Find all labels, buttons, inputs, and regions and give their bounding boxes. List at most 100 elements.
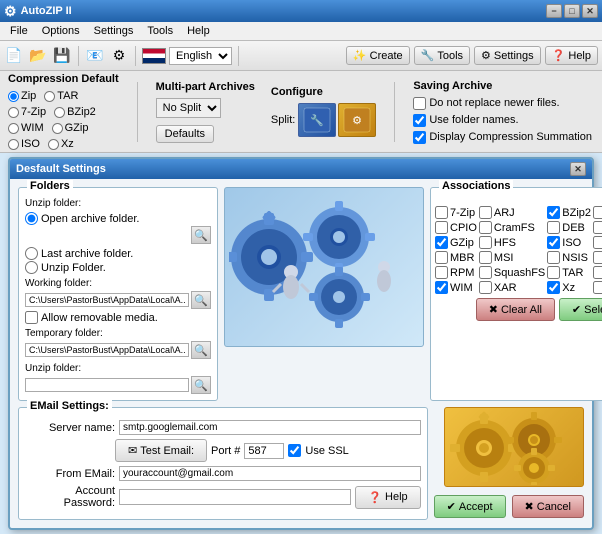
allow-removable-label: Allow removable media. xyxy=(41,312,158,324)
tools-icon: 🔧 xyxy=(421,49,435,62)
working-path-input[interactable] xyxy=(25,293,189,307)
assoc-checkbox-dmg[interactable] xyxy=(593,221,602,234)
assoc-item-xar: XAR xyxy=(479,281,545,294)
assoc-checkbox-cab[interactable] xyxy=(593,206,602,219)
browse-btn-1[interactable]: 🔍 xyxy=(191,226,211,244)
save-icon[interactable]: 💾 xyxy=(52,47,72,65)
select-all-button[interactable]: ✔ Select All xyxy=(559,298,602,321)
no-replace-checkbox[interactable] xyxy=(413,97,426,110)
browse-btn-4[interactable]: 🔍 xyxy=(191,376,211,394)
assoc-item-tar: TAR xyxy=(547,266,591,279)
language-select[interactable]: English xyxy=(169,47,232,65)
unzip-folder-radio[interactable] xyxy=(25,261,38,274)
comp-zip[interactable] xyxy=(8,91,19,102)
last-archive-radio[interactable] xyxy=(25,247,38,260)
menu-file[interactable]: File xyxy=(4,23,34,39)
assoc-item-squashfs: SquashFS xyxy=(479,266,545,279)
maximize-button[interactable]: □ xyxy=(564,4,580,18)
assoc-checkbox-rpm[interactable] xyxy=(435,266,448,279)
test-icon: ✉ xyxy=(128,444,137,457)
config-icon[interactable]: ⚙ xyxy=(109,47,129,65)
email-label: EMail Settings: xyxy=(27,400,112,412)
menu-options[interactable]: Options xyxy=(36,23,86,39)
saving-label: Saving Archive xyxy=(413,80,492,92)
modal-title-bar: Desfault Settings ✕ xyxy=(10,159,592,179)
assoc-checkbox-arj[interactable] xyxy=(479,206,492,219)
accept-button[interactable]: ✔ Accept xyxy=(434,495,506,518)
comp-7zip[interactable] xyxy=(8,107,19,118)
assoc-checkbox-gzip[interactable] xyxy=(435,236,448,249)
allow-removable-checkbox[interactable] xyxy=(25,311,38,324)
email-icon[interactable]: 📧 xyxy=(85,47,105,65)
menu-settings[interactable]: Settings xyxy=(88,23,140,39)
assoc-checkbox-deb[interactable] xyxy=(547,221,560,234)
server-name-input[interactable] xyxy=(119,420,421,435)
assoc-checkbox-7-zip[interactable] xyxy=(435,206,448,219)
main-area: Desfault Settings ✕ Folders Unzip folder… xyxy=(0,153,602,534)
browse-btn-2[interactable]: 🔍 xyxy=(191,291,211,309)
use-folder-checkbox[interactable] xyxy=(413,114,426,127)
folders-section: Folders Unzip folder: Open archive folde… xyxy=(18,187,218,401)
associations-section: Associations 7-ZipARJBZip2CABCHMCPIOCram… xyxy=(430,187,602,401)
toolbar: 📄 📂 💾 📧 ⚙ English ✨ Create 🔧 Tools ⚙ Set… xyxy=(0,41,602,71)
open-archive-radio[interactable] xyxy=(25,212,38,225)
tools-button[interactable]: 🔧 Tools xyxy=(414,46,470,65)
modal-close-button[interactable]: ✕ xyxy=(570,162,586,176)
menu-bar: File Options Settings Tools Help xyxy=(0,22,602,41)
assoc-checkbox-cramfs[interactable] xyxy=(479,221,492,234)
assoc-checkbox-bzip2[interactable] xyxy=(547,206,560,219)
assoc-checkbox-lzh[interactable] xyxy=(593,236,602,249)
ssl-checkbox[interactable] xyxy=(288,444,301,457)
assoc-checkbox-wim[interactable] xyxy=(435,281,448,294)
browse-btn-3[interactable]: 🔍 xyxy=(191,341,211,359)
open-icon[interactable]: 📂 xyxy=(28,47,48,65)
assoc-checkbox-squashfs[interactable] xyxy=(479,266,492,279)
assoc-checkbox-udf[interactable] xyxy=(593,266,602,279)
check-icon: ✔ xyxy=(572,303,581,316)
from-email-input[interactable] xyxy=(119,466,421,481)
configure-label: Configure xyxy=(271,86,323,98)
assoc-checkbox-xz[interactable] xyxy=(547,281,560,294)
comp-iso[interactable] xyxy=(8,139,19,150)
assoc-checkbox-ntfs[interactable] xyxy=(593,251,602,264)
menu-help[interactable]: Help xyxy=(181,23,216,39)
comp-gzip[interactable] xyxy=(52,123,63,134)
compression-label: Compression Default xyxy=(8,73,119,85)
help-button-email[interactable]: ❓ Help xyxy=(355,486,420,509)
assoc-checkbox-msi[interactable] xyxy=(479,251,492,264)
use-folder-label: Use folder names. xyxy=(429,114,518,126)
new-icon[interactable]: 📄 xyxy=(4,47,24,65)
clear-all-button[interactable]: ✖ Clear All xyxy=(476,298,555,321)
assoc-checkbox-mbr[interactable] xyxy=(435,251,448,264)
assoc-item-7-zip: 7-Zip xyxy=(435,206,477,219)
help-button[interactable]: ❓ Help xyxy=(545,46,598,65)
temp-path-input[interactable] xyxy=(25,343,189,357)
no-split-select[interactable]: No Split xyxy=(156,98,221,118)
port-input[interactable] xyxy=(244,443,284,459)
cancel-button[interactable]: ✖ Cancel xyxy=(512,495,584,518)
assoc-checkbox-cpio[interactable] xyxy=(435,221,448,234)
close-button[interactable]: ✕ xyxy=(582,4,598,18)
comp-wim[interactable] xyxy=(8,123,19,134)
assoc-checkbox-xar[interactable] xyxy=(479,281,492,294)
password-input[interactable] xyxy=(119,489,351,505)
assoc-checkbox-iso[interactable] xyxy=(547,236,560,249)
settings-button[interactable]: ⚙ Settings xyxy=(474,46,541,65)
clear-icon: ✖ xyxy=(489,303,498,316)
minimize-button[interactable]: − xyxy=(546,4,562,18)
test-email-button[interactable]: ✉ Test Email: xyxy=(115,439,207,462)
display-compression-checkbox[interactable] xyxy=(413,131,426,144)
assoc-checkbox-nsis[interactable] xyxy=(547,251,560,264)
assoc-checkbox-tar[interactable] xyxy=(547,266,560,279)
comp-bzip2[interactable] xyxy=(54,107,65,118)
assoc-checkbox-hfs[interactable] xyxy=(479,236,492,249)
comp-xz[interactable] xyxy=(48,139,59,150)
assoc-checkbox-z[interactable] xyxy=(593,281,602,294)
comp-tar[interactable] xyxy=(44,91,55,102)
create-button[interactable]: ✨ Create xyxy=(346,46,410,65)
unzip-path-input[interactable] xyxy=(25,378,189,392)
assoc-item-cramfs: CramFS xyxy=(479,221,545,234)
defaults-button[interactable]: Defaults xyxy=(156,125,214,143)
modal-body: Folders Unzip folder: Open archive folde… xyxy=(10,179,592,528)
menu-tools[interactable]: Tools xyxy=(141,23,179,39)
